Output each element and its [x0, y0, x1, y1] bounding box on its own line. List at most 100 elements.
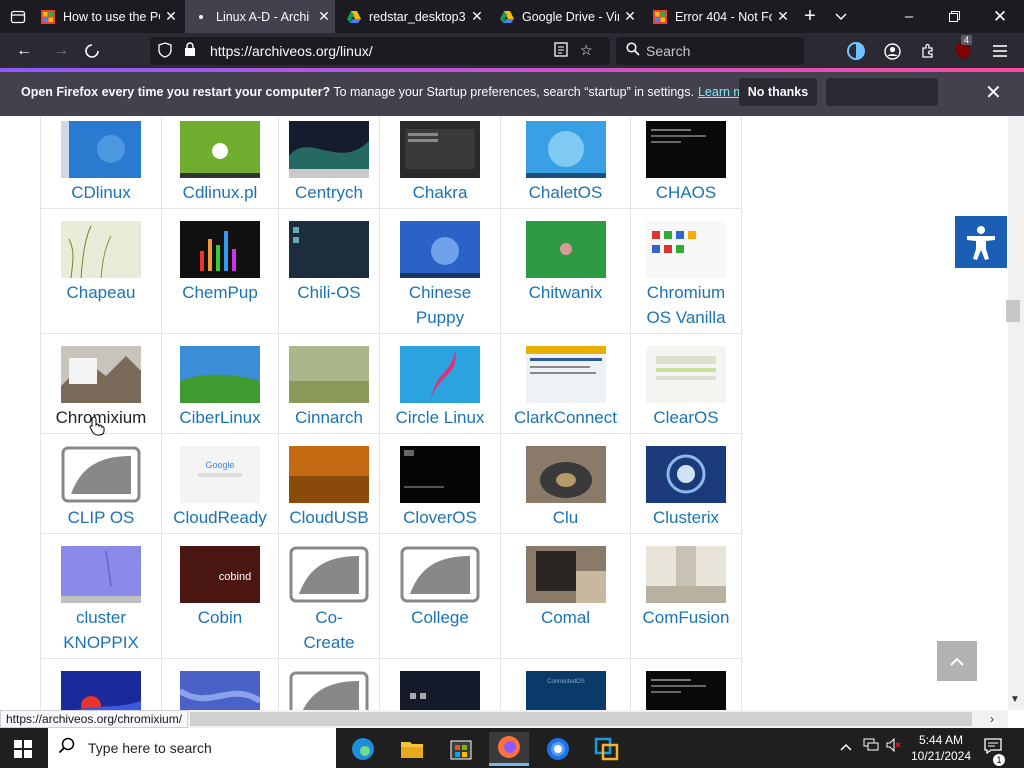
- os-thumbnail[interactable]: [646, 671, 726, 710]
- scroll-to-top-button[interactable]: [937, 641, 977, 681]
- virtualbox-icon[interactable]: [587, 732, 627, 766]
- os-thumbnail[interactable]: [400, 221, 480, 278]
- os-link[interactable]: CiberLinux: [162, 346, 278, 430]
- os-link[interactable]: Comal: [501, 546, 630, 630]
- os-name[interactable]: Circle Linux: [380, 405, 500, 430]
- os-thumbnail[interactable]: cobind: [180, 546, 260, 603]
- taskbar-search[interactable]: Type here to search: [48, 728, 336, 768]
- os-link[interactable]: [380, 671, 500, 710]
- os-thumbnail[interactable]: [525, 346, 606, 403]
- os-thumbnail[interactable]: [646, 346, 726, 403]
- notification-close-icon[interactable]: ✕: [985, 80, 1002, 105]
- minimize-icon[interactable]: –: [895, 0, 923, 33]
- os-link[interactable]: Google CloudReady: [162, 446, 278, 530]
- back-icon[interactable]: ←: [10, 37, 38, 65]
- os-link[interactable]: College: [380, 546, 500, 630]
- os-name[interactable]: ChaletOS: [501, 180, 630, 205]
- os-name[interactable]: Co- Create: [279, 605, 379, 655]
- os-thumbnail[interactable]: [289, 121, 369, 178]
- os-name[interactable]: CloverOS: [380, 505, 500, 530]
- os-name[interactable]: Chili-OS: [279, 280, 379, 305]
- os-link[interactable]: Chromixium: [41, 346, 161, 436]
- menu-icon[interactable]: [986, 37, 1014, 65]
- os-link[interactable]: ChaletOS: [501, 121, 630, 205]
- os-link[interactable]: Cdlinux.pl: [162, 121, 278, 205]
- reader-view-icon[interactable]: [554, 42, 568, 60]
- os-name[interactable]: Clu: [501, 505, 630, 530]
- os-link[interactable]: ClarkConnect: [501, 346, 630, 430]
- file-explorer-icon[interactable]: [392, 732, 432, 766]
- vpn-extension-icon[interactable]: [842, 37, 870, 65]
- firefox-taskbar-icon[interactable]: [489, 732, 529, 766]
- shield-icon[interactable]: [158, 42, 172, 61]
- restore-icon[interactable]: [940, 0, 968, 33]
- os-link[interactable]: ComFusion: [631, 546, 741, 630]
- edge-icon[interactable]: [343, 732, 383, 766]
- os-name[interactable]: ClearOS: [631, 405, 741, 430]
- os-thumbnail[interactable]: [646, 221, 726, 278]
- os-thumbnail[interactable]: [61, 671, 141, 710]
- list-tabs-icon[interactable]: [829, 0, 853, 33]
- os-name[interactable]: Cobin: [162, 605, 278, 630]
- os-thumbnail[interactable]: [61, 121, 141, 178]
- volume-muted-icon[interactable]: [886, 737, 902, 755]
- os-thumbnail[interactable]: [180, 221, 260, 278]
- bookmark-star-icon[interactable]: ☆: [580, 42, 593, 59]
- os-thumbnail[interactable]: [525, 446, 606, 503]
- tab-1[interactable]: How to use the PC ✕: [32, 0, 182, 33]
- os-thumbnail[interactable]: [646, 546, 726, 603]
- window-close-icon[interactable]: ✕: [986, 0, 1014, 33]
- os-link[interactable]: ConnectedOS: [501, 671, 630, 710]
- os-link[interactable]: cobind Cobin: [162, 546, 278, 630]
- os-thumbnail[interactable]: [289, 221, 369, 278]
- os-link[interactable]: CLIP OS: [41, 446, 161, 530]
- os-name[interactable]: ComFusion: [631, 605, 741, 630]
- forward-icon[interactable]: →: [47, 37, 75, 65]
- start-icon[interactable]: [14, 740, 32, 763]
- loading-icon[interactable]: [78, 37, 106, 65]
- os-name[interactable]: CiberLinux: [162, 405, 278, 430]
- os-name[interactable]: ClarkConnect: [501, 405, 630, 430]
- accessibility-button[interactable]: [955, 216, 1007, 268]
- os-link[interactable]: cluster KNOPPIX: [41, 546, 161, 655]
- os-link[interactable]: [162, 671, 278, 710]
- os-thumbnail[interactable]: Google: [180, 446, 260, 503]
- tab-close-icon[interactable]: ✕: [466, 8, 488, 25]
- os-link[interactable]: Chitwanix: [501, 221, 630, 305]
- os-thumbnail[interactable]: [646, 446, 726, 503]
- tab-5[interactable]: Error 404 - Not Fo ✕: [644, 0, 794, 33]
- tab-3[interactable]: redstar_desktop3. ✕: [338, 0, 488, 33]
- vertical-scrollbar[interactable]: [1008, 116, 1024, 710]
- show-hidden-icons-icon[interactable]: [840, 738, 852, 754]
- os-thumbnail[interactable]: [180, 346, 260, 403]
- os-link[interactable]: Circle Linux: [380, 346, 500, 430]
- os-name[interactable]: Cinnarch: [279, 405, 379, 430]
- os-name[interactable]: CHAOS: [631, 180, 741, 205]
- os-name[interactable]: Cdlinux.pl: [162, 180, 278, 205]
- os-thumbnail[interactable]: [400, 671, 480, 710]
- os-thumbnail[interactable]: [400, 546, 480, 603]
- os-link[interactable]: Clu: [501, 446, 630, 530]
- no-thanks-button[interactable]: No thanks: [739, 78, 817, 106]
- os-name[interactable]: Comal: [501, 605, 630, 630]
- os-name[interactable]: Chakra: [380, 180, 500, 205]
- tab-close-icon[interactable]: ✕: [313, 8, 335, 25]
- os-thumbnail[interactable]: [289, 346, 369, 403]
- os-thumbnail[interactable]: [525, 221, 606, 278]
- scroll-right-icon[interactable]: ›: [990, 712, 994, 726]
- os-link[interactable]: [41, 671, 161, 710]
- os-name[interactable]: Chitwanix: [501, 280, 630, 305]
- chrome-icon[interactable]: [538, 732, 578, 766]
- os-link[interactable]: ClearOS: [631, 346, 741, 430]
- os-thumbnail[interactable]: [61, 546, 141, 603]
- os-link[interactable]: Chili-OS: [279, 221, 379, 305]
- tab-close-icon[interactable]: ✕: [619, 8, 641, 25]
- os-name[interactable]: Clusterix: [631, 505, 741, 530]
- os-thumbnail[interactable]: [525, 121, 606, 178]
- os-name[interactable]: Chinese Puppy: [380, 280, 500, 330]
- scroll-down-icon[interactable]: ▼: [1010, 694, 1020, 705]
- os-link[interactable]: Co- Create: [279, 546, 379, 655]
- os-thumbnail[interactable]: [525, 546, 606, 603]
- tab-4[interactable]: Google Drive - Vir ✕: [491, 0, 641, 33]
- os-link[interactable]: Centrych: [279, 121, 379, 205]
